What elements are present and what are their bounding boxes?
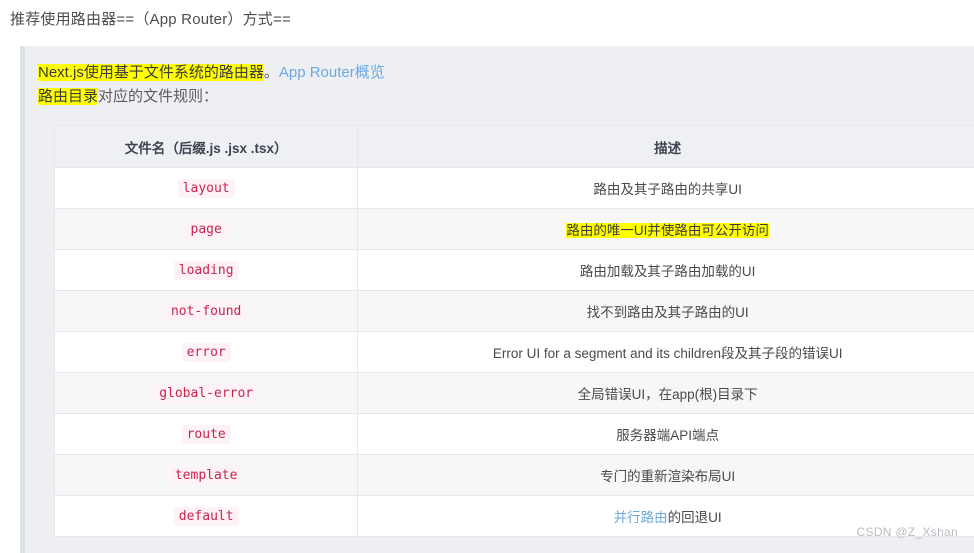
note-line-2-rest: 对应的文件规则： xyxy=(98,88,219,105)
cell-filename: page xyxy=(53,208,359,250)
filename-code: template xyxy=(169,466,243,485)
filename-code: not-found xyxy=(165,302,247,321)
cell-filename: error xyxy=(53,331,359,373)
table-row: error Error UI for a segment and its chil… xyxy=(53,331,974,373)
filename-code: global-error xyxy=(154,384,259,403)
cell-filename: template xyxy=(53,454,359,496)
cell-description: 全局错误UI，在app(根)目录下 xyxy=(357,372,974,414)
cell-description: 路由的唯一UI并使路由可公开访问 xyxy=(357,208,974,250)
csdn-watermark: CSDN @Z_Xshan xyxy=(856,525,958,539)
cell-description: 路由加载及其子路由加载的UI xyxy=(357,249,974,291)
filename-code: layout xyxy=(177,179,235,198)
description-highlight: 路由的唯一UI并使路由可公开访问 xyxy=(566,223,769,238)
cell-description: Error UI for a segment and its children段… xyxy=(357,331,974,373)
description-text: 路由加载及其子路由加载的UI xyxy=(579,264,756,279)
file-conventions-table: 文件名（后缀.js .jsx .tsx） 描述 layout 路由及其子路由的共享… xyxy=(53,125,974,537)
cell-filename: default xyxy=(53,495,359,537)
table-row: layout 路由及其子路由的共享UI xyxy=(53,167,974,209)
column-header-description: 描述 xyxy=(357,125,974,168)
description-text: 全局错误UI，在app(根)目录下 xyxy=(577,387,758,402)
description-text: 路由及其子路由的共享UI xyxy=(593,182,742,197)
description-text: 并行路由的回退UI xyxy=(613,510,722,525)
filename-code: page xyxy=(185,220,227,239)
table-row: page 路由的唯一UI并使路由可公开访问 xyxy=(53,208,974,250)
note-blockquote: Next.js使用基于文件系统的路由器。App Router概览 路由目录对应的… xyxy=(20,46,974,553)
table-row: route 服务器端API端点 xyxy=(53,413,974,455)
description-text: 找不到路由及其子路由的UI xyxy=(586,305,749,320)
page-root: 推荐使用路由器==（App Router）方式== Next.js使用基于文件系… xyxy=(0,0,974,553)
table-row: loading 路由加载及其子路由加载的UI xyxy=(53,249,974,291)
cell-filename: loading xyxy=(53,249,359,291)
cell-description: 路由及其子路由的共享UI xyxy=(357,167,974,209)
description-text: 服务器端API端点 xyxy=(616,428,720,443)
filename-code: default xyxy=(173,507,239,526)
column-header-filename: 文件名（后缀.js .jsx .tsx） xyxy=(53,125,359,168)
filename-code: loading xyxy=(173,261,239,280)
table-row: template 专门的重新渲染布局UI xyxy=(53,454,974,496)
note-line-1-punctuation: 。 xyxy=(263,64,279,81)
page-title: 推荐使用路由器==（App Router）方式== xyxy=(10,11,291,28)
cell-description: 找不到路由及其子路由的UI xyxy=(357,290,974,332)
cell-description: 专门的重新渲染布局UI xyxy=(357,454,974,496)
table-head: 文件名（后缀.js .jsx .tsx） 描述 xyxy=(53,125,974,168)
note-line-1: Next.js使用基于文件系统的路由器。App Router概览 xyxy=(38,61,974,85)
table-header-row: 文件名（后缀.js .jsx .tsx） 描述 xyxy=(53,125,974,168)
cell-filename: route xyxy=(53,413,359,455)
cell-filename: global-error xyxy=(53,372,359,414)
filename-code: route xyxy=(181,425,231,444)
app-router-overview-link[interactable]: App Router概览 xyxy=(279,64,385,81)
description-text: Error UI for a segment and its children段… xyxy=(492,346,843,361)
cell-description: 服务器端API端点 xyxy=(357,413,974,455)
cell-filename: not-found xyxy=(53,290,359,332)
cell-filename: layout xyxy=(53,167,359,209)
description-text: 专门的重新渲染布局UI xyxy=(600,469,736,484)
table-row: global-error 全局错误UI，在app(根)目录下 xyxy=(53,372,974,414)
parallel-routes-link[interactable]: 并行路由 xyxy=(614,510,668,525)
table-row: default 并行路由的回退UI xyxy=(53,495,974,537)
note-line-1-highlight: Next.js使用基于文件系统的路由器 xyxy=(38,64,264,81)
note-line-2-highlight: 路由目录 xyxy=(38,88,99,105)
note-line-2: 路由目录对应的文件规则： xyxy=(38,85,974,109)
description-text: 路由的唯一UI并使路由可公开访问 xyxy=(566,223,769,238)
filename-code: error xyxy=(181,343,231,362)
table-row: not-found 找不到路由及其子路由的UI xyxy=(53,290,974,332)
note-content: Next.js使用基于文件系统的路由器。App Router概览 路由目录对应的… xyxy=(38,61,974,553)
table-body: layout 路由及其子路由的共享UI page 路由的唯一UI并使路由可公开访问 lo… xyxy=(53,167,974,537)
